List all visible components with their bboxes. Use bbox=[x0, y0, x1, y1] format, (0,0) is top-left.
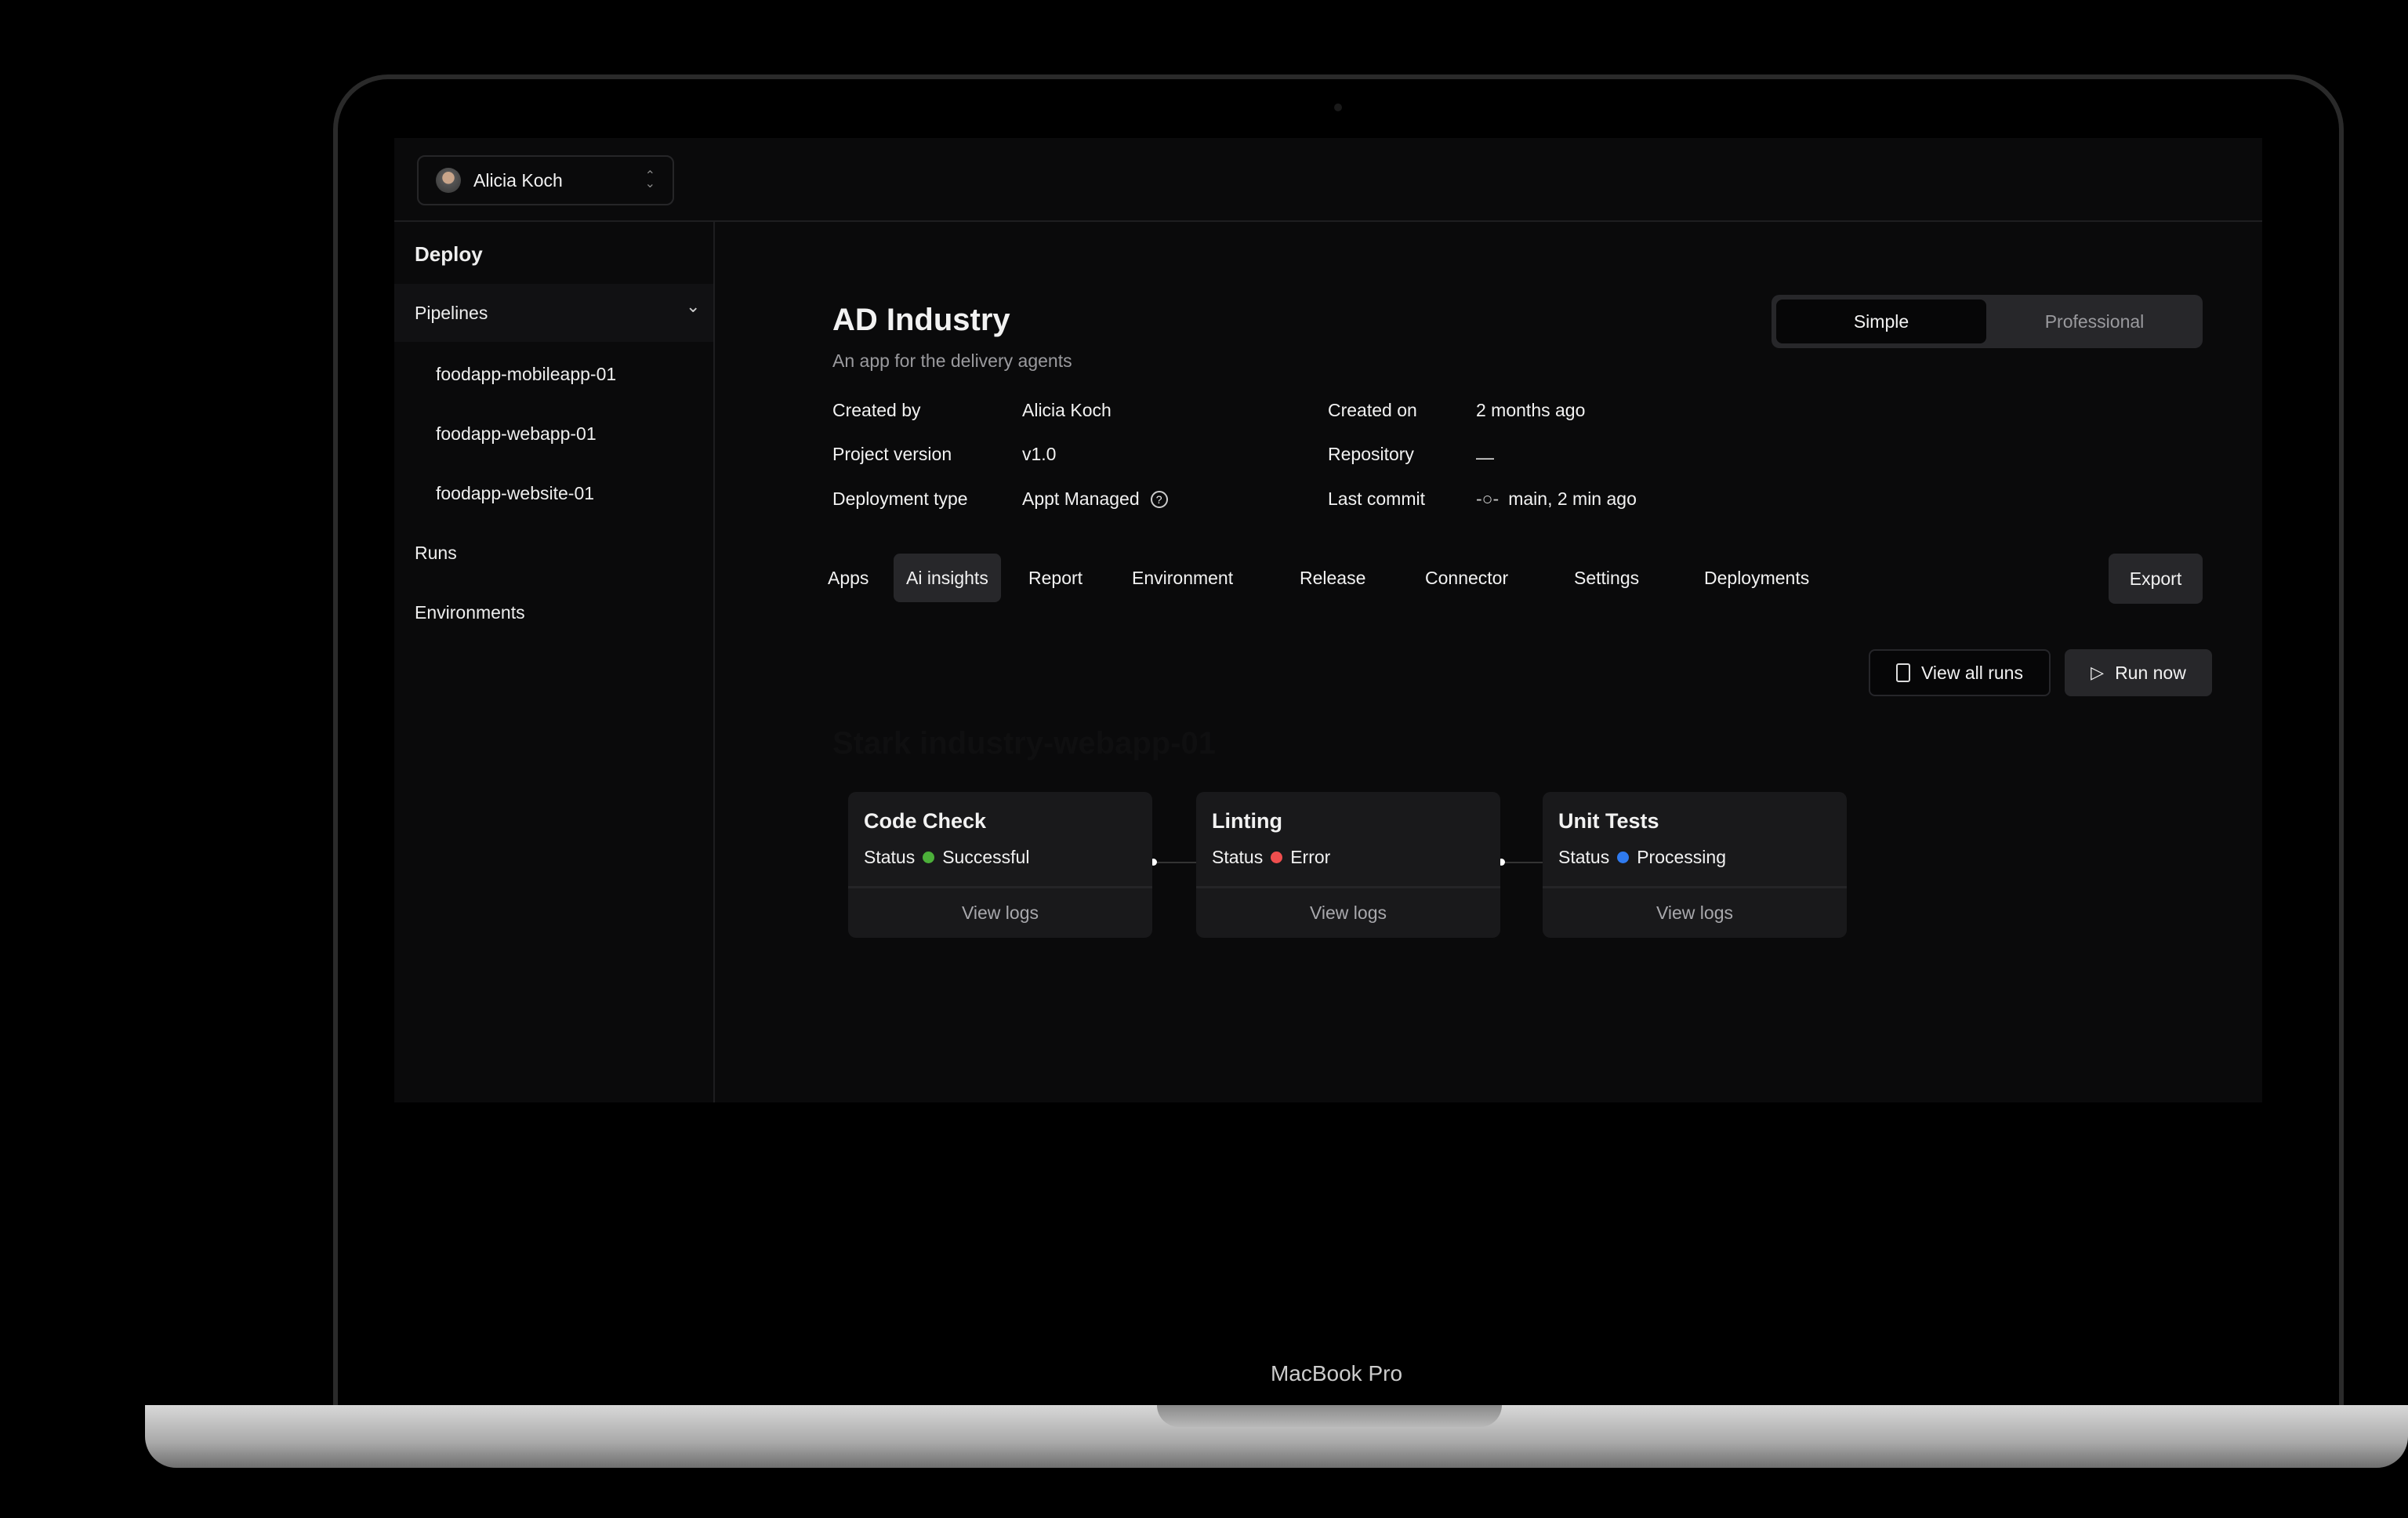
meta-value: — bbox=[1476, 447, 1494, 467]
stage-name: Linting bbox=[1212, 809, 1282, 833]
sidebar-item-label: Pipelines bbox=[415, 303, 488, 323]
sidebar-pipeline-item[interactable]: foodapp-webapp-01 bbox=[436, 423, 597, 445]
account-name: Alicia Koch bbox=[473, 169, 563, 191]
mode-toggle: Simple Professional bbox=[1772, 295, 2203, 348]
tab-report[interactable]: Report bbox=[1016, 554, 1095, 602]
meta-label: Last commit bbox=[1328, 488, 1425, 509]
meta-value: main, 2 min ago bbox=[1508, 488, 1637, 509]
laptop-notch bbox=[1157, 1405, 1502, 1427]
stage-card-unit-tests: Unit Tests Status Processing View logs bbox=[1543, 792, 1847, 938]
status-dot-icon bbox=[1271, 852, 1283, 863]
status-value: Error bbox=[1290, 847, 1331, 867]
tab-deployments[interactable]: Deployments bbox=[1692, 554, 1822, 602]
pipeline-title: Stark industry-webapp-01 bbox=[832, 726, 1217, 761]
tab-ai-insights[interactable]: Ai insights bbox=[894, 554, 1001, 602]
meta-value: v1.0 bbox=[1022, 444, 1057, 464]
status-dot-icon bbox=[1617, 852, 1630, 863]
meta-label: Project version bbox=[832, 444, 952, 464]
git-commit-icon: -○- bbox=[1476, 488, 1500, 509]
meta-value-row: Appt Managed ? bbox=[1022, 488, 1168, 510]
toggle-simple[interactable]: Simple bbox=[1776, 300, 1986, 343]
sidebar-item-runs[interactable]: Runs bbox=[415, 543, 457, 564]
play-icon: ▷ bbox=[2091, 663, 2105, 682]
tab-settings[interactable]: Settings bbox=[1561, 554, 1652, 602]
stage-name: Unit Tests bbox=[1558, 809, 1659, 833]
file-code-icon bbox=[1896, 663, 1910, 682]
stage-card-linting: Linting Status Error View logs bbox=[1196, 792, 1500, 938]
meta-value: 2 months ago bbox=[1476, 400, 1586, 420]
avatar bbox=[436, 168, 461, 193]
status-label: Status bbox=[1212, 847, 1264, 867]
status-label: Status bbox=[1558, 847, 1610, 867]
status-value: Successful bbox=[942, 847, 1030, 867]
device-label: MacBook Pro bbox=[1270, 1361, 1403, 1385]
stage-name: Code Check bbox=[864, 809, 987, 833]
meta-label: Created on bbox=[1328, 400, 1417, 420]
meta-label: Created by bbox=[832, 400, 921, 420]
view-all-runs-button[interactable]: View all runs bbox=[1869, 649, 2051, 696]
sidebar-item-environments[interactable]: Environments bbox=[415, 602, 525, 623]
meta-label: Deployment type bbox=[832, 488, 968, 509]
stage-card-code-check: Code Check Status Successful View logs bbox=[848, 792, 1152, 938]
tab-connector[interactable]: Connector bbox=[1413, 554, 1521, 602]
meta-value: Alicia Koch bbox=[1022, 400, 1112, 420]
sidebar-pipeline-item[interactable]: foodapp-website-01 bbox=[436, 483, 594, 504]
button-label: View all runs bbox=[1921, 662, 2023, 683]
status-dot-icon bbox=[923, 852, 935, 863]
tab-environment[interactable]: Environment bbox=[1119, 554, 1246, 602]
run-now-button[interactable]: ▷ Run now bbox=[2065, 649, 2212, 696]
status-label: Status bbox=[864, 847, 916, 867]
status-value: Processing bbox=[1637, 847, 1726, 867]
stage-connector bbox=[1154, 862, 1198, 863]
view-logs-button[interactable]: View logs bbox=[1543, 886, 1847, 938]
chevron-up-down-icon: ⌃ ⌄ bbox=[644, 169, 655, 191]
view-logs-button[interactable]: View logs bbox=[848, 886, 1152, 938]
tab-release[interactable]: Release bbox=[1287, 554, 1378, 602]
meta-value: Appt Managed bbox=[1022, 488, 1140, 509]
sidebar-pipeline-item[interactable]: foodapp-mobileapp-01 bbox=[436, 364, 616, 385]
page-subtitle: An app for the delivery agents bbox=[832, 350, 1072, 371]
camera bbox=[1334, 104, 1342, 111]
toggle-professional[interactable]: Professional bbox=[1991, 300, 2198, 343]
sidebar-title: Deploy bbox=[415, 242, 483, 266]
view-logs-button[interactable]: View logs bbox=[1196, 886, 1500, 938]
meta-value-row: -○- main, 2 min ago bbox=[1476, 488, 1637, 510]
export-button[interactable]: Export bbox=[2109, 554, 2203, 604]
meta-label: Repository bbox=[1328, 444, 1414, 464]
button-label: Run now bbox=[2115, 662, 2186, 683]
tab-apps[interactable]: Apps bbox=[815, 554, 881, 602]
account-switcher[interactable]: Alicia Koch ⌃ ⌄ bbox=[417, 155, 674, 205]
sidebar: Deploy Pipelines ⌄ foodapp-mobileapp-01 … bbox=[394, 222, 715, 1102]
sidebar-item-pipelines[interactable]: Pipelines ⌄ bbox=[394, 284, 713, 342]
chevron-down-icon: ⌄ bbox=[686, 296, 701, 316]
help-icon[interactable]: ? bbox=[1150, 490, 1168, 508]
page-title: AD Industry bbox=[832, 303, 1010, 337]
stage-connector bbox=[1502, 862, 1546, 863]
